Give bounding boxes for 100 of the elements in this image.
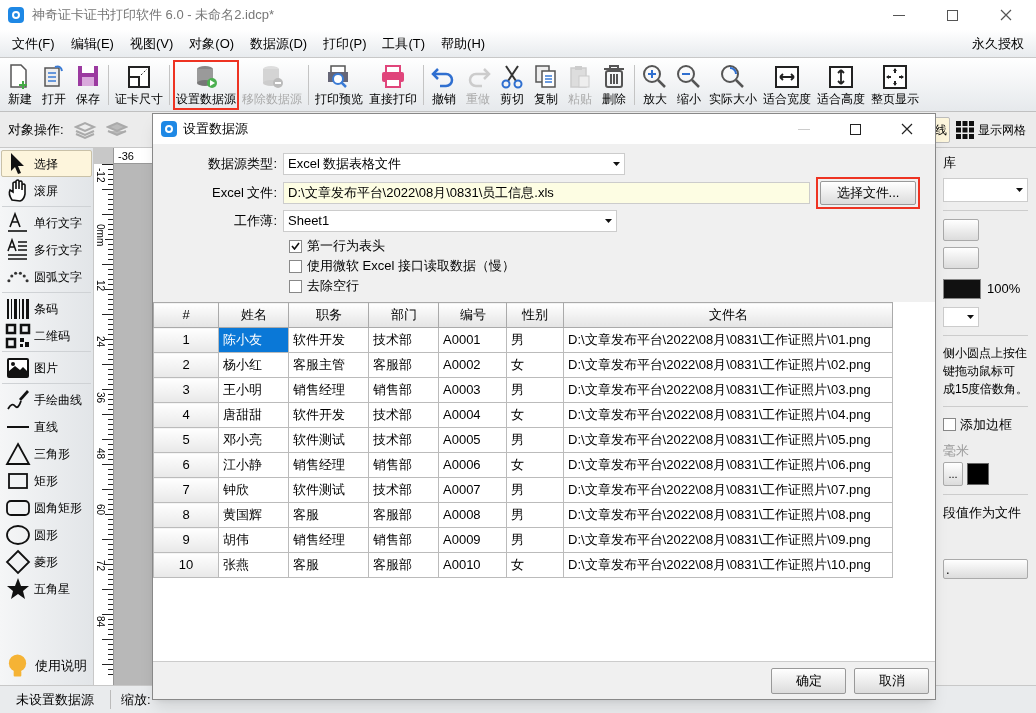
- toolbar-button[interactable]: 打开: [37, 59, 71, 110]
- tool-button[interactable]: 滚屏: [1, 177, 92, 204]
- layers-up-icon[interactable]: [73, 119, 98, 140]
- row-header[interactable]: 1: [153, 327, 219, 353]
- close-icon[interactable]: [1000, 9, 1012, 21]
- column-header[interactable]: 文件名: [563, 302, 893, 328]
- row-header[interactable]: 4: [153, 402, 219, 428]
- menu-item[interactable]: 文件(F): [4, 31, 63, 56]
- toolbar-button[interactable]: 放大: [638, 59, 672, 110]
- choose-file-button[interactable]: 选择文件...: [820, 181, 916, 205]
- toolbar-button[interactable]: 新建: [3, 59, 37, 110]
- dialog-button[interactable]: 取消: [854, 667, 929, 694]
- tool-button[interactable]: 手绘曲线: [1, 386, 92, 413]
- object-ops-label: 对象操作:: [8, 120, 64, 139]
- menu-item[interactable]: 对象(O): [181, 31, 243, 56]
- maximize-icon[interactable]: [947, 9, 958, 21]
- toolbar-button[interactable]: 适合高度: [814, 59, 868, 110]
- toolbar-button[interactable]: 打印预览: [312, 59, 366, 110]
- file-path-field[interactable]: D:\文章发布平台\2022\08月\0831\员工信息.xls: [283, 182, 810, 204]
- column-header[interactable]: 编号: [438, 302, 507, 328]
- toolbar-button[interactable]: 实际大小: [706, 59, 760, 110]
- toolbar-button[interactable]: 适合宽度: [760, 59, 814, 110]
- row-header[interactable]: 2: [153, 352, 219, 378]
- tool-button[interactable]: 图片: [1, 354, 92, 381]
- panel-tab[interactable]: 库: [943, 152, 1028, 174]
- menu-item[interactable]: 打印(P): [315, 31, 375, 56]
- toolbar-button[interactable]: 保存: [71, 59, 105, 110]
- close-icon[interactable]: [901, 123, 913, 135]
- tool-button[interactable]: 圆形: [1, 521, 92, 548]
- show-grid-label[interactable]: 显示网格: [978, 120, 1026, 139]
- color-button[interactable]: ...: [943, 462, 963, 486]
- tool-button[interactable]: 多行文字: [1, 236, 92, 263]
- tool-button[interactable]: 圆弧文字: [1, 263, 92, 290]
- menu-item[interactable]: 数据源(D): [242, 31, 316, 56]
- toolbar-button[interactable]: 整页显示: [868, 59, 922, 110]
- toolbar-button[interactable]: 设置数据源: [173, 59, 239, 110]
- row-header[interactable]: 6: [153, 452, 219, 478]
- field-label: 工作薄:: [233, 212, 278, 231]
- table-cell: D:\文章发布平台\2022\08月\0831\工作证照片\07.png: [563, 477, 893, 503]
- panel-button[interactable]: .: [943, 558, 1028, 579]
- row-header[interactable]: 10: [153, 552, 219, 578]
- toolbar-button[interactable]: 撤销: [427, 59, 461, 110]
- tool-button[interactable]: 直线: [1, 413, 92, 440]
- tool-button[interactable]: 选择: [1, 150, 92, 177]
- row-header[interactable]: 9: [153, 527, 219, 553]
- opacity-slider[interactable]: [944, 280, 980, 298]
- source-type-dropdown[interactable]: Excel 数据表格文件: [283, 153, 625, 175]
- color-swatch[interactable]: [967, 463, 989, 485]
- tool-button[interactable]: 三角形: [1, 440, 92, 467]
- tool-button[interactable]: 菱形: [1, 548, 92, 575]
- row-header[interactable]: 7: [153, 477, 219, 503]
- table-cell: D:\文章发布平台\2022\08月\0831\工作证照片\05.png: [563, 427, 893, 453]
- menu-item[interactable]: 编辑(E): [62, 31, 122, 56]
- menu-item[interactable]: 工具(T): [374, 31, 434, 56]
- toolbar-button[interactable]: 剪切: [495, 59, 529, 110]
- panel-button[interactable]: [943, 247, 979, 269]
- column-header[interactable]: #: [153, 302, 219, 328]
- row-header[interactable]: 8: [153, 502, 219, 528]
- checkbox[interactable]: [289, 239, 302, 253]
- tool-button[interactable]: 条码: [1, 295, 92, 322]
- caret-icon: [605, 219, 612, 223]
- grid-icon[interactable]: [956, 120, 974, 139]
- table-cell: 客服: [288, 502, 369, 528]
- row-header[interactable]: 5: [153, 427, 219, 453]
- tool-button[interactable]: 矩形: [1, 467, 92, 494]
- tool-button[interactable]: 二维码: [1, 322, 92, 349]
- panel-button[interactable]: [943, 219, 979, 241]
- ruler-label: 36: [95, 392, 105, 404]
- dialog-title: 设置数据源: [183, 120, 248, 139]
- column-header[interactable]: 性别: [506, 302, 564, 328]
- toolbar-button[interactable]: 证卡尺寸: [112, 59, 166, 110]
- checkbox[interactable]: [289, 259, 302, 273]
- table-cell: 杨小红: [218, 352, 289, 378]
- minimize-icon[interactable]: [893, 14, 905, 16]
- toolbar-button[interactable]: 复制: [529, 59, 563, 110]
- toolbar-button[interactable]: 直接打印: [366, 59, 420, 110]
- column-header[interactable]: 姓名: [218, 302, 289, 328]
- tool-button[interactable]: 圆角矩形: [1, 494, 92, 521]
- tool-button[interactable]: 单行文字: [1, 209, 92, 236]
- checkbox[interactable]: [943, 418, 956, 432]
- row-header[interactable]: 3: [153, 377, 219, 403]
- help-button[interactable]: 使用说明: [0, 651, 93, 681]
- menu-item[interactable]: 视图(V): [121, 31, 182, 56]
- table-cell: 销售部: [368, 452, 439, 478]
- menu-item[interactable]: 帮助(H): [433, 31, 494, 56]
- toolbar-button[interactable]: 删除: [597, 59, 631, 110]
- checkbox[interactable]: [289, 279, 302, 293]
- hint-text: 成15度倍数角。: [943, 381, 1028, 398]
- workbook-dropdown[interactable]: Sheet1: [283, 210, 617, 232]
- table-cell: A0009: [438, 527, 507, 553]
- license-label[interactable]: 永久授权: [964, 33, 1032, 54]
- column-header[interactable]: 部门: [368, 302, 439, 328]
- tool-button[interactable]: 五角星: [1, 575, 92, 602]
- panel-dropdown[interactable]: [943, 307, 979, 327]
- maximize-icon[interactable]: [850, 123, 861, 135]
- toolbar-button[interactable]: 缩小: [672, 59, 706, 110]
- column-header[interactable]: 职务: [288, 302, 369, 328]
- dialog-button[interactable]: 确定: [771, 667, 846, 694]
- table-cell: 软件测试: [288, 477, 369, 503]
- app-icon: [161, 121, 177, 137]
